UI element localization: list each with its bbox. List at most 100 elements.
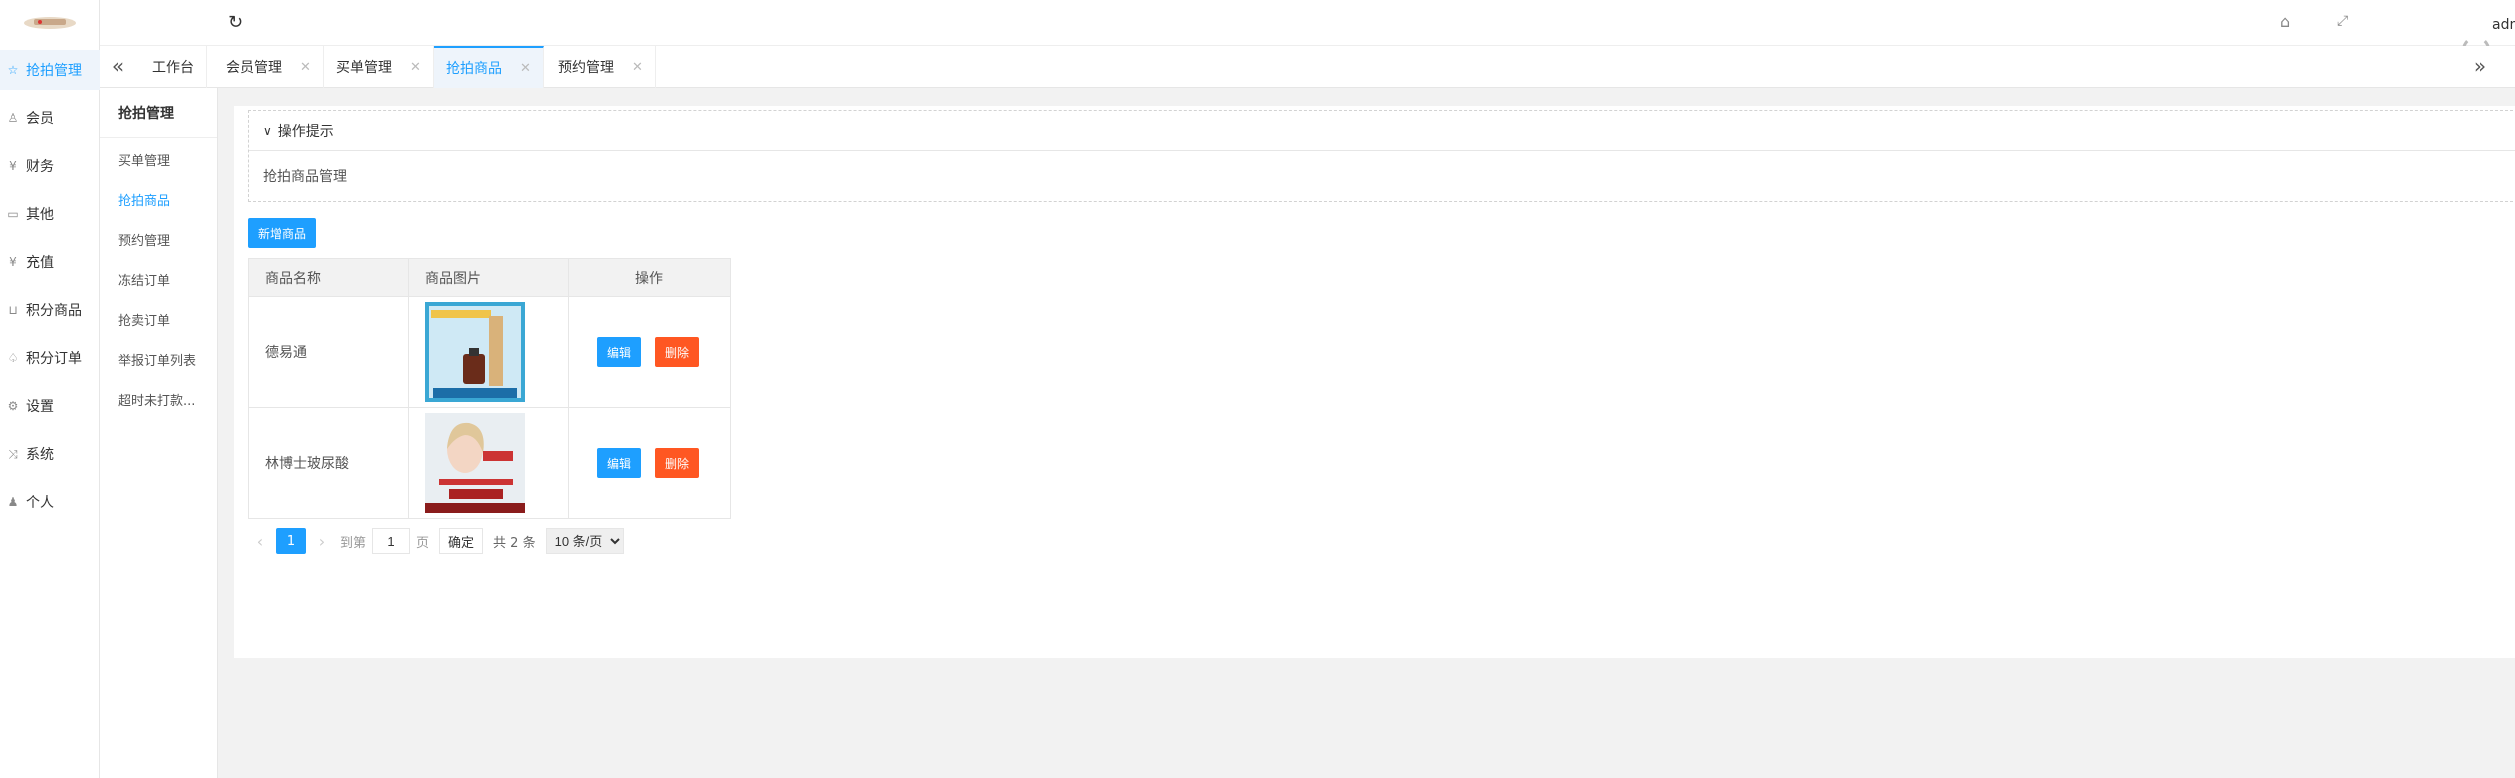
- sub-item-frozen-orders[interactable]: 冻结订单: [118, 270, 170, 289]
- tips-body: 抢拍商品管理: [263, 169, 347, 185]
- table-filler: [730, 296, 2515, 408]
- goods-image-cell: [408, 407, 569, 519]
- nav-item-label: 抢拍管理: [26, 63, 82, 79]
- nav-item-personal[interactable]: ♟ 个人: [0, 482, 100, 522]
- pagination: ‹ 1 › 到第 页 确定 共 2 条 10 条/页: [248, 526, 624, 556]
- tab-label: 抢拍商品: [446, 61, 502, 77]
- page-suffix: 页: [416, 535, 430, 551]
- nav-item-snap[interactable]: ☆ 抢拍管理: [0, 50, 100, 90]
- goods-name: 德易通: [248, 296, 409, 408]
- sub-menu: 抢拍管理 买单管理 抢拍商品 预约管理 冻结订单 抢卖订单 举报订单列表 超时未…: [100, 88, 218, 778]
- page-input[interactable]: [372, 528, 411, 554]
- goods-image-cell: [408, 296, 569, 408]
- nav-item-label: 设置: [26, 399, 54, 415]
- book-icon: ▭: [7, 207, 19, 221]
- person-icon: ♟: [7, 495, 19, 509]
- sub-item-snap-goods[interactable]: 抢拍商品: [118, 190, 170, 209]
- shuffle-icon: ⤨: [8, 446, 18, 461]
- table-row: 德易通 编辑 删除: [248, 296, 2515, 408]
- column-header-name: 商品名称: [248, 258, 409, 297]
- nav-item-label: 积分商品: [26, 303, 82, 319]
- logo-icon: [23, 17, 76, 29]
- tab-bar: « 工作台 会员管理 ✕ 买单管理 ✕ 抢拍商品 ✕ 预约管理 ✕ »: [100, 46, 2515, 88]
- user-icon: ♙: [7, 111, 19, 125]
- main-content: ∨ 操作提示 抢拍商品管理 新增商品 商品名称 商品图片 操作 德易通 编辑 删…: [218, 88, 2515, 778]
- page-current[interactable]: 1: [276, 528, 306, 554]
- tag-icon[interactable]: ⌂: [2280, 12, 2290, 31]
- tab-workbench[interactable]: 工作台: [140, 46, 207, 88]
- goods-table: 商品名称 商品图片 操作 德易通 编辑 删除 林博士玻尿酸 编辑 删除: [248, 258, 2515, 519]
- tips-title: 操作提示: [277, 123, 334, 140]
- goto-confirm-button[interactable]: 确定: [439, 528, 484, 554]
- next-page-icon[interactable]: ›: [310, 532, 334, 551]
- goods-thumbnail[interactable]: [425, 302, 525, 402]
- nav-item-recharge[interactable]: ¥ 充值: [0, 242, 100, 282]
- nav-item-other[interactable]: ▭ 其他: [0, 194, 100, 234]
- goods-name: 林博士玻尿酸: [248, 407, 409, 519]
- page-size-select[interactable]: 10 条/页: [545, 528, 624, 554]
- sub-item-reservation[interactable]: 预约管理: [118, 230, 170, 249]
- tab-scroll-left-icon[interactable]: «: [106, 54, 130, 78]
- close-icon[interactable]: ✕: [410, 60, 421, 75]
- tips-header[interactable]: ∨ 操作提示: [249, 111, 2515, 151]
- sub-item-order-mgmt[interactable]: 买单管理: [118, 150, 170, 169]
- delete-button[interactable]: 删除: [655, 448, 699, 478]
- nav-item-label: 其他: [26, 207, 54, 223]
- nav-item-label: 充值: [26, 255, 54, 271]
- sub-item-report-orders[interactable]: 举报订单列表: [118, 350, 196, 369]
- tab-order-mgmt[interactable]: 买单管理 ✕: [324, 46, 434, 88]
- actions-cell: 编辑 删除: [568, 407, 731, 519]
- refresh-icon[interactable]: ↻: [228, 12, 243, 33]
- sub-menu-title: 抢拍管理: [100, 88, 217, 138]
- goto-label: 到第: [340, 535, 367, 551]
- nav-item-label: 个人: [26, 495, 54, 511]
- actions-cell: 编辑 删除: [568, 296, 731, 408]
- prev-page-icon[interactable]: ‹: [248, 532, 272, 551]
- tab-label: 会员管理: [226, 60, 282, 76]
- yen-icon: ¥: [9, 159, 17, 173]
- goods-thumbnail[interactable]: [425, 413, 525, 513]
- close-icon[interactable]: ✕: [300, 60, 311, 75]
- bell-icon: ♤: [7, 351, 19, 365]
- edit-button[interactable]: 编辑: [597, 448, 641, 478]
- tab-scroll-right-icon[interactable]: »: [2468, 54, 2492, 78]
- sub-item-overdue[interactable]: 超时未打款...: [118, 390, 195, 409]
- gear-icon: ⚙: [7, 399, 19, 413]
- tab-label: 买单管理: [336, 60, 392, 76]
- tab-snap-goods[interactable]: 抢拍商品 ✕: [434, 46, 544, 88]
- star-icon: ☆: [7, 63, 19, 77]
- tab-label: 预约管理: [558, 60, 614, 76]
- tab-member-mgmt[interactable]: 会员管理 ✕: [214, 46, 324, 88]
- close-icon[interactable]: ✕: [632, 60, 643, 75]
- nav-item-system[interactable]: ⤨ 系统: [0, 434, 100, 474]
- delete-button[interactable]: 删除: [655, 337, 699, 367]
- column-header-image: 商品图片: [408, 258, 569, 297]
- user-menu[interactable]: admin（系统管理员: [2492, 14, 2515, 34]
- nav-item-points-orders[interactable]: ♤ 积分订单: [0, 338, 100, 378]
- tab-label: 工作台: [152, 60, 194, 76]
- nav-item-settings[interactable]: ⚙ 设置: [0, 386, 100, 426]
- nav-item-points-goods[interactable]: ⊔ 积分商品: [0, 290, 100, 330]
- nav-item-member[interactable]: ♙ 会员: [0, 98, 100, 138]
- edit-button[interactable]: 编辑: [597, 337, 641, 367]
- column-header-actions: 操作: [568, 258, 731, 297]
- table-filler: [730, 258, 2515, 297]
- total-count: 共 2 条: [493, 535, 536, 551]
- tips-panel: ∨ 操作提示 抢拍商品管理: [248, 110, 2515, 202]
- nav-item-label: 系统: [26, 447, 54, 463]
- add-goods-button[interactable]: 新增商品: [248, 218, 317, 248]
- nav-item-finance[interactable]: ¥ 财务: [0, 146, 100, 186]
- content-card: ∨ 操作提示 抢拍商品管理 新增商品 商品名称 商品图片 操作 德易通 编辑 删…: [234, 106, 2515, 658]
- chevron-down-icon: ∨: [263, 123, 272, 138]
- nav-item-label: 积分订单: [26, 351, 82, 367]
- logo: [0, 0, 99, 46]
- cart-icon: ⊔: [8, 303, 18, 317]
- tab-reservation[interactable]: 预约管理 ✕: [546, 46, 656, 88]
- main-nav: ☆ 抢拍管理 ♙ 会员 ¥ 财务 ▭ 其他 ¥ 充值 ⊔ 积分商品 ♤ 积分订单…: [0, 0, 100, 778]
- top-bar: ↻ ⌂ ⤢ admin（系统管理员: [100, 0, 2515, 46]
- close-icon[interactable]: ✕: [520, 61, 531, 76]
- yen-circle-icon: ¥: [9, 255, 17, 269]
- fullscreen-icon[interactable]: ⤢: [2337, 13, 2348, 29]
- sub-item-sell-orders[interactable]: 抢卖订单: [118, 310, 170, 329]
- table-row: 林博士玻尿酸 编辑 删除: [248, 407, 2515, 519]
